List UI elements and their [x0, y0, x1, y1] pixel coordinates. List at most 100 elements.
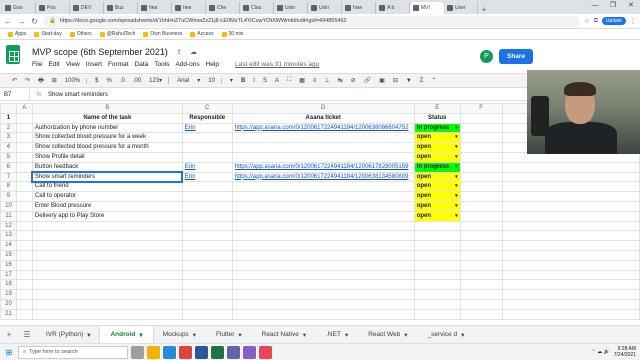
browser-tab[interactable]: Che [206, 2, 240, 14]
title-icons[interactable]: ☆ ⇪ ☁ [162, 48, 200, 56]
windows-start-icon[interactable]: ⊞ [0, 348, 18, 357]
cell-g[interactable] [501, 259, 640, 271]
word-icon[interactable] [195, 345, 208, 359]
browser-tab[interactable]: A b [376, 2, 410, 14]
cell-a[interactable] [15, 230, 33, 242]
cell-a[interactable] [15, 269, 33, 281]
cell-f[interactable] [459, 279, 503, 291]
toolbar-item[interactable]: ▾ [230, 77, 233, 84]
cell-a[interactable] [15, 249, 33, 261]
row-number[interactable]: 1 [0, 112, 17, 124]
status-cell[interactable]: open [413, 200, 461, 212]
task-name-cell[interactable] [31, 298, 183, 310]
browser-tab[interactable]: MVI [410, 2, 444, 14]
cell-f[interactable] [459, 151, 503, 163]
toolbar-item[interactable]: 100% [65, 77, 88, 84]
responsible-cell[interactable] [181, 210, 233, 222]
row-number[interactable]: 6 [0, 161, 17, 173]
responsible-cell[interactable] [181, 181, 233, 193]
cell-f[interactable] [459, 249, 503, 261]
toolbar-item[interactable]: ↶ [12, 77, 17, 84]
cell-g[interactable] [501, 220, 640, 232]
task-name-cell[interactable] [31, 269, 183, 281]
toolbar-item[interactable]: ↷ [25, 77, 30, 84]
task-name-cell[interactable]: Show collected blood pressure for a mont… [31, 142, 183, 153]
last-edit-link[interactable]: Last edit was 31 minutes ago [235, 61, 319, 68]
toolbar-item[interactable]: .0 [120, 78, 125, 84]
chrome-icon[interactable] [179, 345, 192, 359]
status-cell[interactable]: open [413, 132, 461, 144]
row-number[interactable]: 10 [0, 200, 17, 212]
asana-ticket-cell[interactable]: https://app.asana.com/0/1200617224941184… [231, 161, 415, 173]
responsible-cell[interactable]: Erin [181, 122, 233, 134]
row-number[interactable]: 5 [0, 151, 17, 163]
responsible-cell[interactable] [181, 230, 233, 242]
status-cell[interactable] [413, 240, 461, 251]
bookmark-item[interactable]: @RahulTech [99, 31, 135, 37]
task-name-cell[interactable]: Show collected blood pressure for a week [31, 132, 183, 144]
responsible-cell[interactable]: Responsible [181, 112, 233, 124]
chevron-down-icon[interactable]: ▾ [139, 331, 142, 339]
sheet-tab[interactable]: React Native ▾ [252, 326, 316, 344]
toolbar-item[interactable]: 10 [208, 77, 222, 84]
toolbar-item[interactable]: ⊥ [324, 77, 329, 84]
status-cell[interactable]: open [413, 151, 461, 163]
cell-f[interactable] [459, 289, 503, 300]
sheet-tab[interactable]: .NET ▾ [316, 326, 358, 344]
bookmark-item[interactable]: Apps [8, 31, 26, 37]
cell-a[interactable] [15, 171, 33, 183]
sheet-tab[interactable]: Android ▾ [100, 325, 153, 344]
browser-tab[interactable]: DEV [70, 2, 104, 14]
tray-icons[interactable]: ⌃ ☁ 🔊 [592, 349, 610, 355]
asana-ticket-cell[interactable] [231, 191, 415, 202]
minimize-button[interactable]: — [586, 0, 604, 12]
cell-g[interactable] [501, 171, 640, 183]
menu-help[interactable]: Help [206, 61, 219, 68]
bookmark-item[interactable]: Own Business [143, 31, 182, 37]
toolbar-item[interactable]: ⌃ [432, 77, 437, 84]
cell-f[interactable] [459, 220, 503, 232]
asana-ticket-cell[interactable] [231, 259, 415, 271]
column-header[interactable]: B [31, 103, 183, 114]
toolbar-item[interactable]: ⊟ [393, 77, 398, 84]
task-name-cell[interactable] [31, 289, 183, 300]
sheet-tab[interactable]: IVR (Python) ▾ [36, 326, 100, 344]
cell-a[interactable] [15, 181, 33, 193]
cell-f[interactable] [459, 210, 503, 222]
toolbar-item[interactable]: ≡ [313, 78, 317, 84]
all-sheets-button[interactable]: ☰ [18, 330, 36, 339]
share-button[interactable]: Share [499, 49, 534, 64]
asana-ticket-cell[interactable] [231, 279, 415, 291]
cell-f[interactable] [459, 171, 503, 183]
cell-f[interactable] [459, 298, 503, 310]
asana-ticket-cell[interactable] [231, 210, 415, 222]
row-number[interactable]: 2 [0, 122, 17, 134]
row-number[interactable]: 8 [0, 181, 17, 193]
menu-icon[interactable]: ⋮ [630, 18, 636, 25]
task-name-cell[interactable] [31, 230, 183, 242]
asana-ticket-cell[interactable] [231, 308, 415, 320]
task-name-cell[interactable]: Call to friend [31, 181, 183, 193]
toolbar-item[interactable]: 🖶 [38, 76, 44, 86]
formula-input[interactable]: Show smart reminders [48, 92, 108, 98]
toolbar-item[interactable]: ↹ [338, 77, 343, 84]
asana-ticket-cell[interactable] [231, 269, 415, 281]
back-icon[interactable]: ← [4, 17, 13, 26]
toolbar-item[interactable]: .00 [133, 78, 141, 84]
maximize-button[interactable]: ❐ [604, 0, 622, 12]
column-header[interactable]: F [459, 103, 503, 114]
cell-f[interactable] [459, 308, 503, 320]
responsible-cell[interactable] [181, 132, 233, 144]
responsible-cell[interactable] [181, 151, 233, 163]
clock[interactable]: 9:28 AM 7/24/2021 [614, 346, 636, 358]
browser-tab[interactable]: Usin [308, 2, 342, 14]
menu-view[interactable]: View [66, 61, 80, 68]
reload-icon[interactable]: ↻ [30, 17, 39, 26]
responsible-cell[interactable] [181, 142, 233, 153]
cell-a[interactable] [15, 240, 33, 251]
responsible-cell[interactable] [181, 308, 233, 320]
toolbar-item[interactable]: % [106, 78, 111, 84]
task-name-cell[interactable] [31, 220, 183, 232]
cell-a[interactable] [15, 191, 33, 202]
chevron-down-icon[interactable]: ▾ [345, 331, 348, 339]
